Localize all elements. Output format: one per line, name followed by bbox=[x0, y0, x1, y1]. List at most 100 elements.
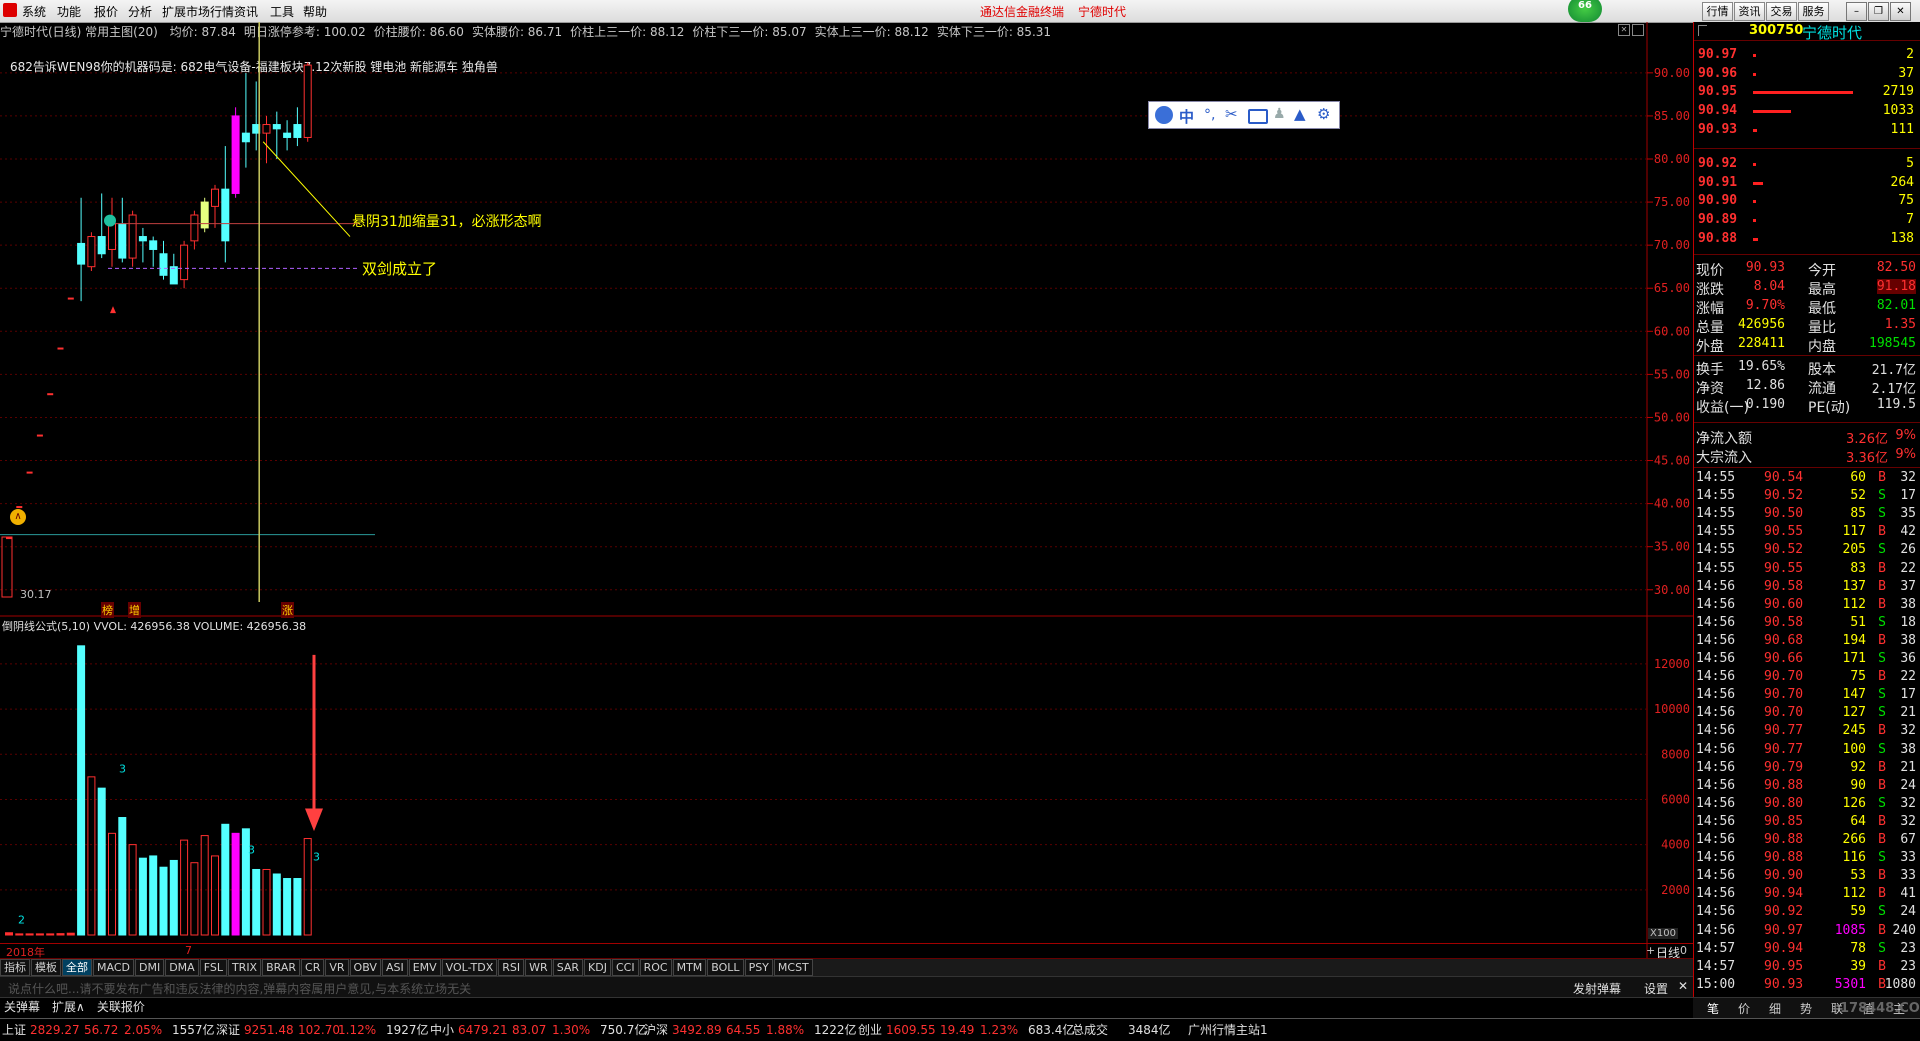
index-turnover: 1222亿 bbox=[814, 1023, 857, 1037]
indicator-tab-asi[interactable]: ASI bbox=[381, 959, 408, 976]
indicator-tab-mcst[interactable]: MCST bbox=[773, 959, 813, 976]
tick-count: 37 bbox=[1900, 578, 1916, 594]
stat-row: 涨跌 8.04 最高 91.18 bbox=[1696, 279, 1918, 298]
minimize-button[interactable]: – bbox=[1846, 2, 1867, 21]
buy-price: 90.89 bbox=[1698, 212, 1738, 228]
danmaku-close-icon[interactable]: ✕ bbox=[1678, 979, 1688, 993]
indicator-tab-wr[interactable]: WR bbox=[525, 959, 552, 976]
stat-row: 收益(一) 0.190 PE(动) 119.5 bbox=[1696, 397, 1918, 416]
menu-item[interactable]: 工具 bbox=[270, 3, 294, 20]
indicator-tab-trix[interactable]: TRIX bbox=[227, 959, 262, 976]
menu-item[interactable]: 资讯 bbox=[234, 3, 258, 20]
indicator-tab-全部[interactable]: 全部 bbox=[62, 959, 92, 976]
indicator-tab-cci[interactable]: CCI bbox=[611, 959, 639, 976]
volume-bar bbox=[118, 817, 127, 936]
menu-item[interactable]: 分析 bbox=[128, 3, 152, 20]
stat-value: 0.190 bbox=[1745, 397, 1785, 412]
bottom-button[interactable]: 关弹幕 bbox=[4, 998, 40, 1017]
panel-tab[interactable]: 势 bbox=[1800, 1000, 1812, 1017]
header-button[interactable]: 服务 bbox=[1798, 2, 1829, 21]
person-icon[interactable]: ♟ bbox=[1273, 106, 1286, 122]
zoom-reset-button[interactable]: 0 bbox=[1680, 944, 1687, 957]
indicator-tab-dma[interactable]: DMA bbox=[165, 959, 199, 976]
tick-price: 90.52 bbox=[1764, 488, 1804, 504]
tick-price: 90.55 bbox=[1764, 560, 1804, 576]
tick-count: 38 bbox=[1900, 632, 1916, 648]
indicator-tab-sar[interactable]: SAR bbox=[552, 959, 584, 976]
menu-item[interactable]: 扩展市场行情 bbox=[162, 3, 234, 20]
panel-tab[interactable]: 笔 bbox=[1707, 1000, 1719, 1017]
server-station[interactable]: 广州行情主站1 bbox=[1188, 1019, 1268, 1041]
badge[interactable]: 66 bbox=[1568, 0, 1602, 22]
candle bbox=[241, 132, 250, 143]
indicator-tab-指标[interactable]: 指标 bbox=[0, 959, 30, 976]
stat-value: 12.86 bbox=[1745, 378, 1785, 393]
moon-icon[interactable]: °, bbox=[1204, 107, 1215, 123]
scissors-icon[interactable]: ✂ bbox=[1225, 105, 1238, 123]
indicator-tab-obv[interactable]: OBV bbox=[349, 959, 381, 976]
bottom-button[interactable]: 扩展∧ bbox=[52, 998, 85, 1017]
buy-volume-bar bbox=[1753, 237, 1758, 241]
header-button[interactable]: 交易 bbox=[1766, 2, 1797, 21]
bottom-button[interactable]: 关联报价 bbox=[97, 998, 145, 1017]
tick-row: 14:55 90.50 85 S 35 bbox=[1696, 506, 1918, 524]
panel-tab[interactable]: 价 bbox=[1738, 1000, 1750, 1017]
stat-value-2: 1.35 bbox=[1884, 317, 1916, 332]
tick-count: 38 bbox=[1900, 741, 1916, 757]
gear-icon[interactable]: ⚙ bbox=[1317, 105, 1330, 123]
tick-count: 24 bbox=[1900, 904, 1916, 920]
candle bbox=[118, 223, 127, 259]
ime-label[interactable]: 中 bbox=[1179, 106, 1194, 127]
panel-collapse-icon[interactable] bbox=[1698, 25, 1707, 36]
indicator-tab-emv[interactable]: EMV bbox=[408, 959, 441, 976]
indicator-tab-boll[interactable]: BOLL bbox=[707, 959, 744, 976]
indicator-tab-dmi[interactable]: DMI bbox=[134, 959, 165, 976]
tick-row: 14:56 90.58 51 S 18 bbox=[1696, 615, 1918, 633]
index-value: 2829.27 bbox=[30, 1023, 80, 1037]
stat-value-2: 2.17亿 bbox=[1871, 382, 1916, 397]
indicator-tab-rsi[interactable]: RSI bbox=[498, 959, 525, 976]
kline-chart[interactable]: 90.00 85.00 80.00 75.00 70.00 65.00 60.00 55.00… bbox=[0, 22, 1693, 958]
tick-side: S bbox=[1878, 488, 1886, 504]
menu-item[interactable]: 报价 bbox=[94, 3, 118, 20]
flow-row: 大宗流入 3.36亿 9% bbox=[1696, 447, 1918, 466]
header-button[interactable]: 行情 bbox=[1702, 2, 1733, 21]
restore-button[interactable]: ❐ bbox=[1868, 2, 1889, 21]
menu-item[interactable]: 帮助 bbox=[303, 3, 327, 20]
sell-price: 90.96 bbox=[1698, 65, 1738, 81]
tick-volume: 59 bbox=[1850, 904, 1866, 920]
sell-volume-bar bbox=[1753, 72, 1756, 76]
volume-bar bbox=[190, 862, 199, 936]
tick-time: 14:56 bbox=[1696, 813, 1736, 829]
shirt-icon[interactable]: ▲ bbox=[1294, 105, 1306, 123]
close-button[interactable]: ✕ bbox=[1890, 2, 1911, 21]
indicator-tab-psy[interactable]: PSY bbox=[744, 959, 773, 976]
indicator-tab-vr[interactable]: VR bbox=[325, 959, 349, 976]
indicator-tab-kdj[interactable]: KDJ bbox=[584, 959, 611, 976]
danmaku-settings-button[interactable]: 设置 bbox=[1644, 980, 1668, 997]
indicator-tab-cr[interactable]: CR bbox=[301, 959, 325, 976]
indicator-tab-brar[interactable]: BRAR bbox=[262, 959, 301, 976]
zoom-in-button[interactable]: + bbox=[1646, 944, 1655, 957]
sell-level: 90.94 1033 bbox=[1698, 102, 1916, 120]
indicator-tab-macd[interactable]: MACD bbox=[93, 959, 134, 976]
indicator-tab-roc[interactable]: ROC bbox=[639, 959, 672, 976]
user-icon[interactable] bbox=[1155, 106, 1173, 124]
indicator-tab-fsl[interactable]: FSL bbox=[199, 959, 227, 976]
send-danmaku-button[interactable]: 发射弹幕 bbox=[1573, 980, 1621, 997]
tick-side: B bbox=[1878, 886, 1886, 902]
keyboard-icon[interactable] bbox=[1248, 109, 1268, 124]
indicator-tab-vol-tdx[interactable]: VOL-TDX bbox=[441, 959, 498, 976]
tick-volume: 116 bbox=[1842, 850, 1866, 866]
indicator-tab-mtm[interactable]: MTM bbox=[672, 959, 707, 976]
volume-header: 倒阴线公式(5,10) VVOL: 426956.38 VOLUME: 4269… bbox=[2, 620, 307, 633]
menu-item[interactable]: 系统 bbox=[22, 3, 46, 20]
header-button[interactable]: 资讯 bbox=[1734, 2, 1765, 21]
tick-side: S bbox=[1878, 687, 1886, 703]
panel-tab[interactable]: 细 bbox=[1769, 1000, 1781, 1017]
menu-item[interactable]: 功能 bbox=[57, 3, 81, 20]
chart-warning-icon[interactable]: ∧ bbox=[10, 509, 26, 525]
indicator-tab-模板[interactable]: 模板 bbox=[31, 959, 61, 976]
index-change: 64.55 bbox=[726, 1023, 761, 1037]
danmaku-input[interactable]: 说点什么吧...请不要发布广告和违反法律的内容,弹幕内容属用户意见,与本系统立场… bbox=[8, 980, 471, 997]
